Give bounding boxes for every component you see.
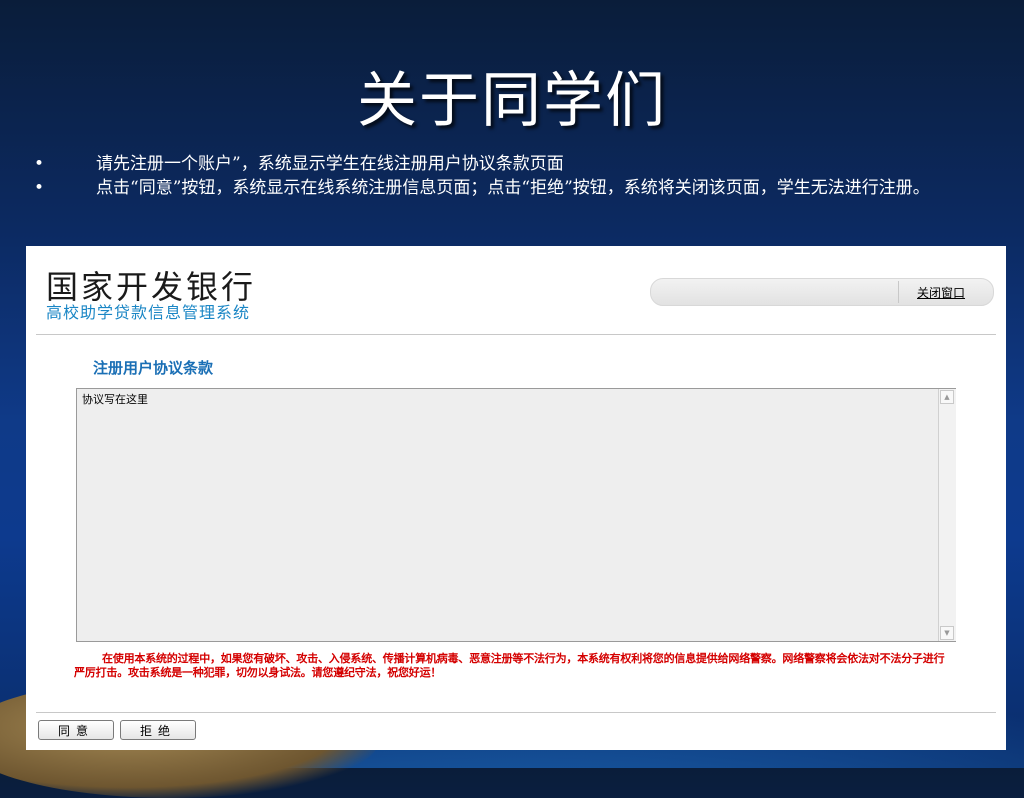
- close-window-link[interactable]: 关闭窗口: [917, 284, 965, 301]
- agreement-scrollbar[interactable]: ▲ ▼: [938, 389, 956, 641]
- slide-bullet: • 请先注册一个账户”，系统显示学生在线注册用户协议条款页面: [30, 154, 980, 174]
- bullet-dot: •: [34, 178, 45, 198]
- bullet-dot: •: [34, 154, 45, 174]
- scroll-up-icon[interactable]: ▲: [940, 390, 954, 404]
- slide-title: 关于同学们: [357, 66, 667, 136]
- reject-button[interactable]: 拒绝: [120, 720, 196, 740]
- footer-divider: [36, 712, 996, 713]
- scroll-down-icon[interactable]: ▼: [940, 626, 954, 640]
- legal-warning: 在使用本系统的过程中，如果您有破坏、攻击、入侵系统、传播计算机病毒、恶意注册等不…: [74, 652, 945, 679]
- toolbar-separator: [898, 281, 899, 303]
- agreement-title: 注册用户协议条款: [93, 359, 214, 377]
- slide-bullet-text: 点击“同意”按钮，系统显示在线系统注册信息页面；点击“拒绝”按钮，系统将关闭该页…: [96, 178, 930, 198]
- slide-bullet-text: 请先注册一个账户”，系统显示学生在线注册用户协议条款页面: [96, 154, 564, 174]
- slide-bullet: • 点击“同意”按钮，系统显示在线系统注册信息页面；点击“拒绝”按钮，系统将关闭…: [30, 178, 980, 198]
- registration-agreement-screenshot: 国家开发银行 高校助学贷款信息管理系统 关闭窗口 注册用户协议条款 协议写在这里…: [26, 246, 1006, 750]
- header-toolbar: 关闭窗口: [650, 278, 994, 306]
- agree-button[interactable]: 同意: [38, 720, 114, 740]
- header-divider: [36, 334, 996, 335]
- agreement-textarea[interactable]: 协议写在这里: [76, 388, 956, 642]
- slide-bullet-list: • 请先注册一个账户”，系统显示学生在线注册用户协议条款页面 • 点击“同意”按…: [30, 154, 980, 202]
- system-subtitle: 高校助学贷款信息管理系统: [46, 303, 251, 322]
